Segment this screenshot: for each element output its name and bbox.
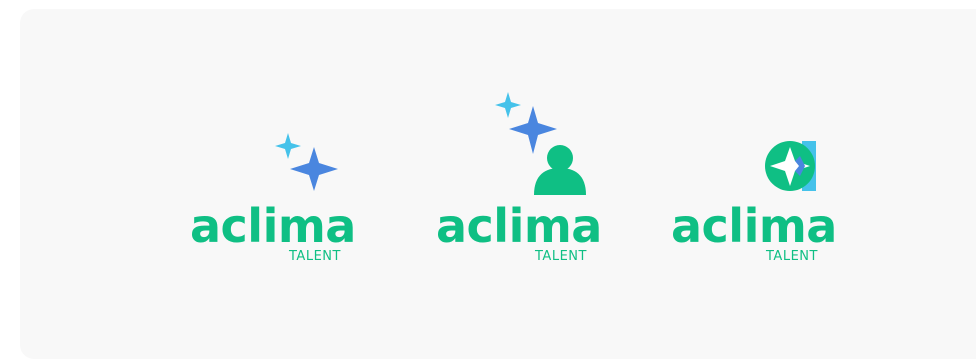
person-head-icon [547,145,573,171]
aclima-wordmark: aclima [190,199,356,253]
small-star-icon [275,133,301,159]
talent-subtitle: TALENT [766,249,818,264]
talent-subtitle: TALENT [535,249,587,264]
sparkle-stars-icon [275,133,338,191]
talent-subtitle: TALENT [289,249,341,264]
small-star-icon [495,92,521,118]
large-star-icon [509,106,557,154]
sparkle-person-icon [495,92,586,195]
circle-star-badge-icon [765,141,816,191]
person-body-icon [534,168,586,195]
aclima-wordmark: aclima [436,199,602,253]
large-star-icon [290,147,338,191]
aclima-wordmark: aclima [671,199,837,253]
